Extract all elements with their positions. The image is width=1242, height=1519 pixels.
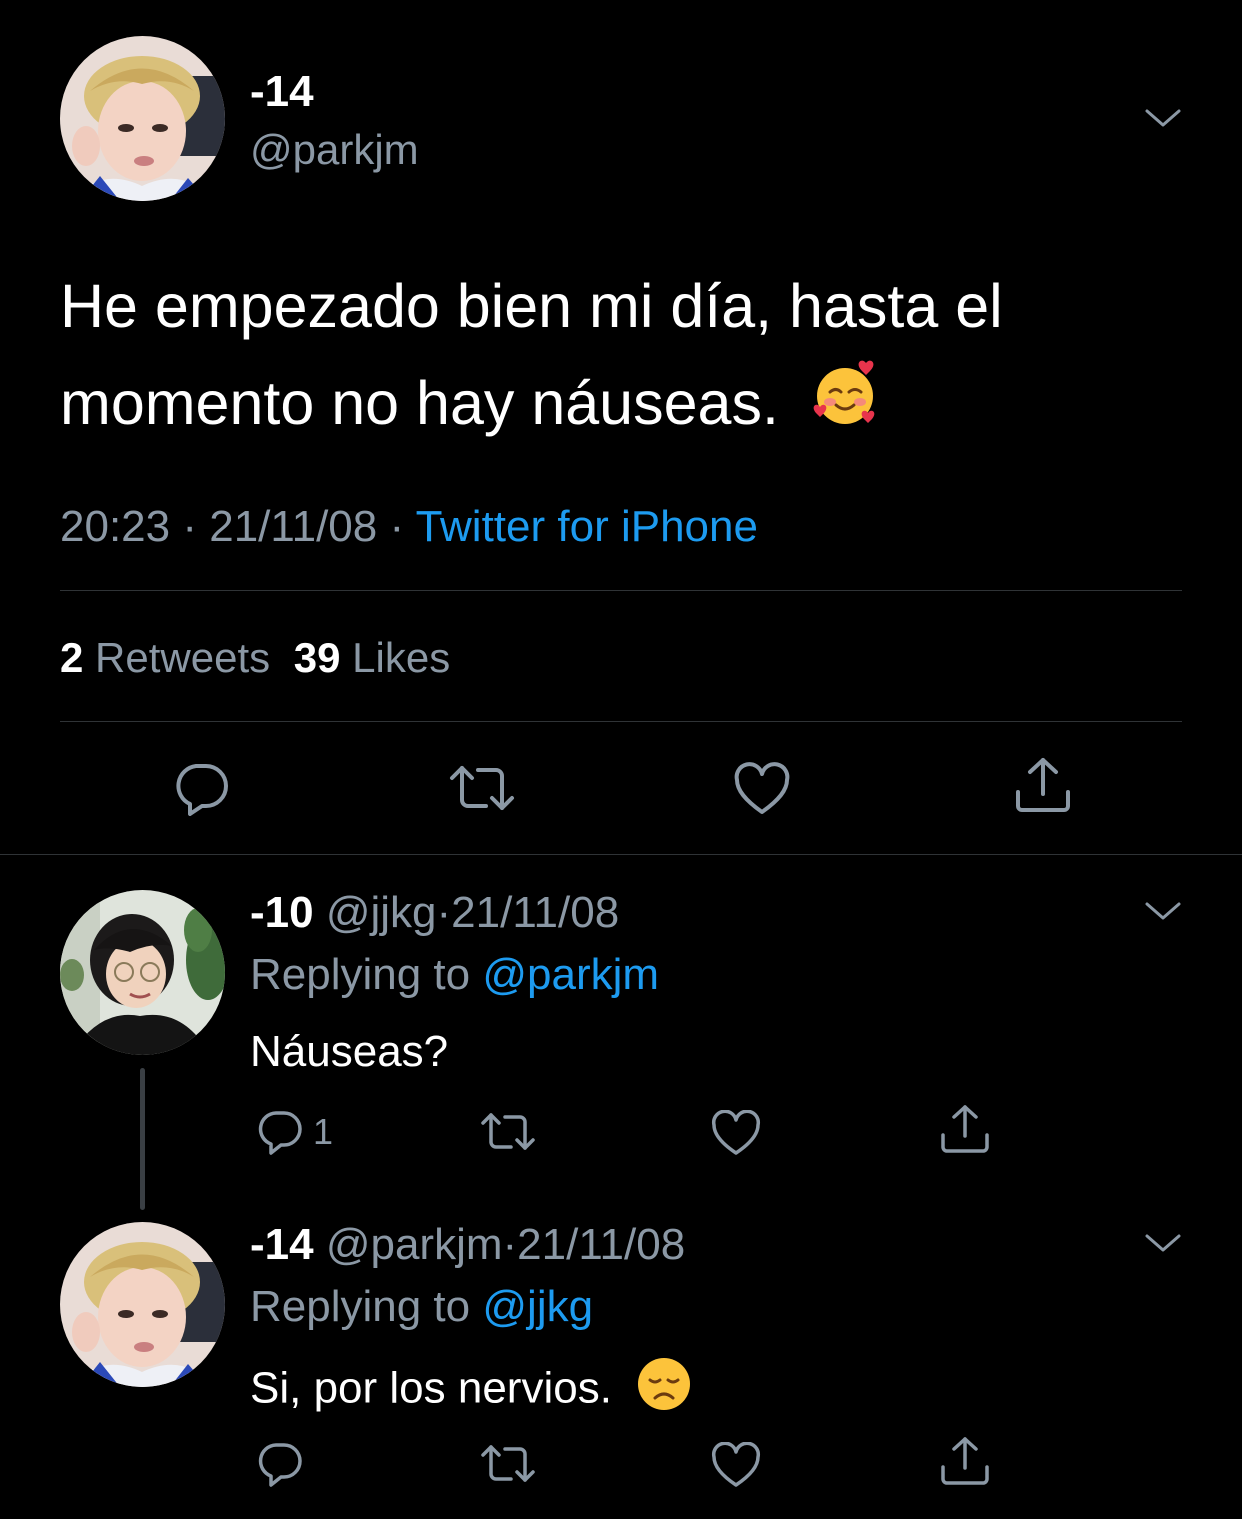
reply-text: Si, por los nervios. bbox=[250, 1356, 692, 1426]
avatar[interactable] bbox=[60, 1222, 225, 1387]
reply-icon[interactable] bbox=[256, 1108, 304, 1156]
tweet-date: 21/11/08 bbox=[209, 502, 378, 551]
tweet-source-link[interactable]: Twitter for iPhone bbox=[416, 502, 758, 551]
reply-icon[interactable] bbox=[256, 1440, 304, 1488]
reply-icon[interactable] bbox=[172, 760, 230, 816]
like-icon[interactable] bbox=[711, 1442, 761, 1488]
likes-stat[interactable]: 39 Likes bbox=[294, 634, 450, 681]
replying-label: Replying to bbox=[250, 950, 471, 999]
reply-header: -10 @jjkg·21/11/08 bbox=[250, 888, 619, 938]
retweet-icon[interactable] bbox=[480, 1442, 536, 1486]
meta-separator: · bbox=[182, 502, 197, 551]
replying-label: Replying to bbox=[250, 1282, 471, 1331]
reply-date: 21/11/08 bbox=[517, 1220, 686, 1269]
replying-to: Replying to @parkjm bbox=[250, 950, 659, 1000]
display-name[interactable]: -14 bbox=[250, 1220, 314, 1269]
avatar[interactable] bbox=[60, 890, 225, 1055]
smiling-face-with-hearts-icon bbox=[810, 359, 880, 457]
handle[interactable]: @parkjm bbox=[250, 126, 419, 174]
divider bbox=[60, 721, 1182, 722]
chevron-down-icon[interactable] bbox=[1143, 1228, 1183, 1258]
replying-to-handle[interactable]: @jjkg bbox=[482, 1282, 593, 1331]
reply-text-content: Si, por los nervios. bbox=[250, 1363, 612, 1413]
divider bbox=[60, 590, 1182, 591]
share-icon[interactable] bbox=[940, 1436, 990, 1486]
like-icon[interactable] bbox=[733, 762, 791, 816]
likes-count: 39 bbox=[293, 634, 341, 681]
retweets-count: 2 bbox=[60, 634, 84, 681]
share-icon[interactable] bbox=[940, 1104, 990, 1154]
retweets-stat[interactable]: 2 Retweets bbox=[60, 634, 282, 681]
display-name[interactable]: -14 bbox=[250, 68, 314, 116]
section-divider bbox=[0, 854, 1242, 855]
avatar[interactable] bbox=[60, 36, 225, 201]
display-name[interactable]: -10 bbox=[250, 888, 314, 937]
tweet-text: He empezado bien mi día, hasta el moment… bbox=[60, 258, 1120, 457]
chevron-down-icon[interactable] bbox=[1143, 103, 1183, 133]
meta-separator: · bbox=[389, 502, 405, 551]
reply-count: 1 bbox=[313, 1111, 334, 1152]
tweet-stats: 2 Retweets 39 Likes bbox=[60, 634, 450, 682]
likes-label: Likes bbox=[352, 634, 451, 681]
thread-line bbox=[140, 1068, 145, 1210]
handle[interactable]: @parkjm bbox=[326, 1220, 503, 1269]
share-icon[interactable] bbox=[1014, 756, 1072, 814]
disappointed-face-icon bbox=[636, 1356, 692, 1426]
replying-to: Replying to @jjkg bbox=[250, 1282, 593, 1332]
reply-header: -14 @parkjm·21/11/08 bbox=[250, 1220, 685, 1270]
reply-date: 21/11/08 bbox=[451, 888, 620, 937]
like-icon[interactable] bbox=[711, 1110, 761, 1156]
meta-separator: · bbox=[436, 888, 452, 937]
replying-to-handle[interactable]: @parkjm bbox=[482, 950, 659, 999]
reply-text: Náuseas? bbox=[250, 1027, 449, 1076]
retweet-icon[interactable] bbox=[448, 762, 516, 814]
tweet-meta: 20:23 · 21/11/08 · Twitter for iPhone bbox=[60, 502, 758, 552]
handle[interactable]: @jjkg bbox=[326, 888, 437, 937]
chevron-down-icon[interactable] bbox=[1143, 896, 1183, 926]
retweets-label: Retweets bbox=[95, 634, 271, 681]
retweet-icon[interactable] bbox=[480, 1110, 536, 1154]
meta-separator: · bbox=[502, 1220, 518, 1269]
tweet-time: 20:23 bbox=[60, 502, 171, 551]
